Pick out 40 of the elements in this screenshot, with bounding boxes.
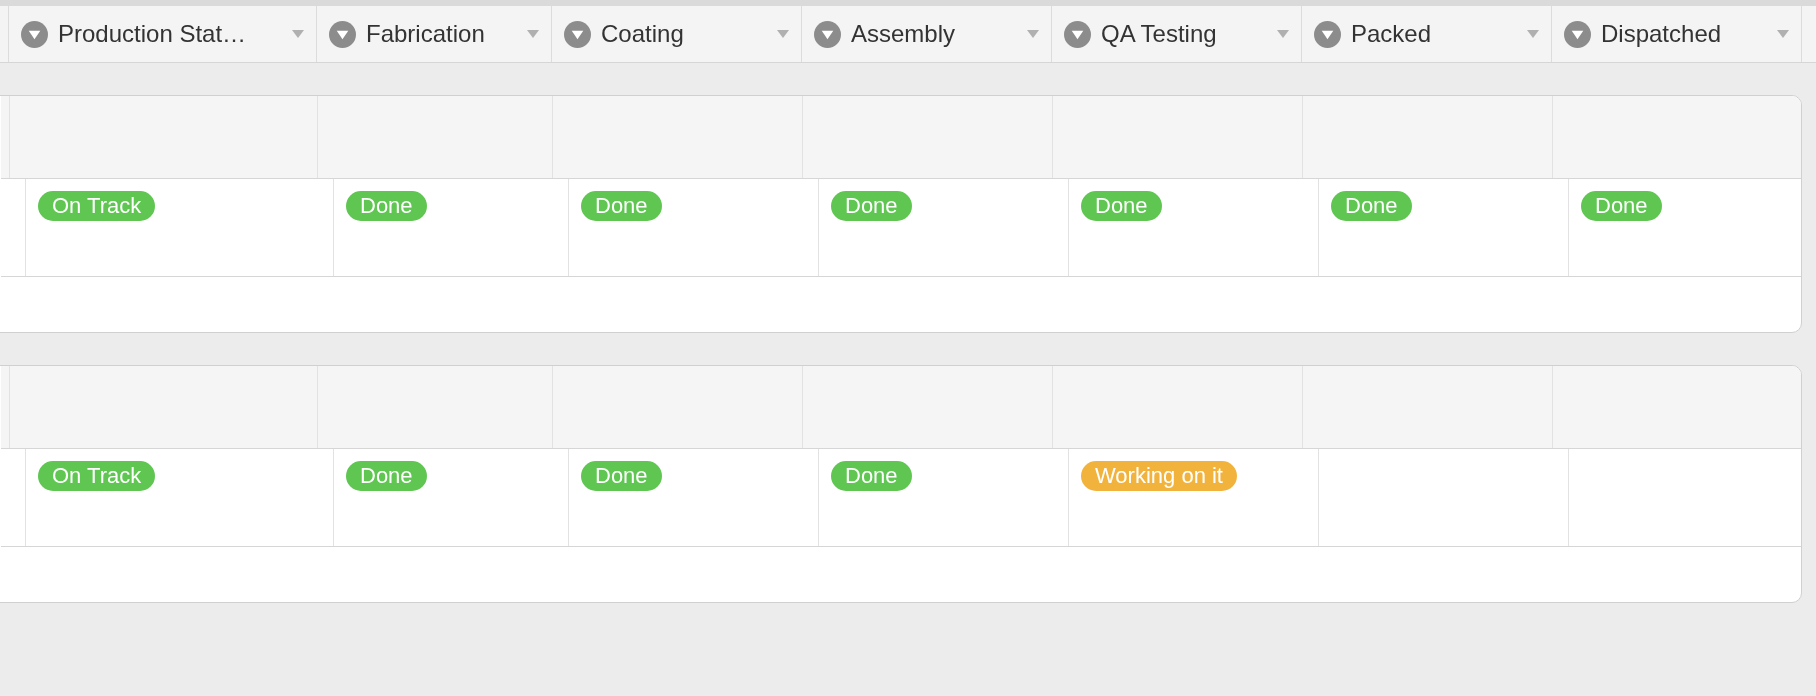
status-pill[interactable]: Done bbox=[1331, 191, 1412, 221]
status-pill[interactable]: On Track bbox=[38, 191, 156, 221]
column-header[interactable]: Fabrication bbox=[317, 6, 552, 62]
status-pill[interactable]: Done bbox=[831, 191, 912, 221]
caret-icon[interactable] bbox=[292, 30, 304, 38]
status-pill[interactable]: On Track bbox=[38, 461, 156, 491]
caret-icon[interactable] bbox=[1027, 30, 1039, 38]
column-title: Fabrication bbox=[366, 20, 486, 48]
column-title: QA Testing bbox=[1101, 20, 1218, 48]
column-title: Production Stat… bbox=[58, 20, 248, 48]
column-header[interactable]: Dispatched bbox=[1552, 6, 1802, 62]
column-header[interactable]: Production Stat… bbox=[9, 6, 317, 62]
column-header[interactable]: Coating bbox=[552, 6, 802, 62]
status-pill[interactable]: Done bbox=[1581, 191, 1662, 221]
status-pill[interactable]: Done bbox=[346, 461, 427, 491]
caret-icon[interactable] bbox=[1277, 30, 1289, 38]
caret-icon[interactable] bbox=[777, 30, 789, 38]
dropdown-circle-icon bbox=[564, 20, 591, 48]
column-title: Coating bbox=[601, 20, 685, 48]
column-header[interactable]: Assembly bbox=[802, 6, 1052, 62]
status-pill[interactable]: Working on it bbox=[1081, 461, 1237, 491]
dropdown-circle-icon bbox=[814, 20, 841, 48]
status-pill[interactable]: Done bbox=[346, 191, 427, 221]
dropdown-circle-icon bbox=[1564, 20, 1591, 48]
dropdown-circle-icon bbox=[1314, 20, 1341, 48]
column-header[interactable]: QA Testing bbox=[1052, 6, 1302, 62]
column-title: Packed bbox=[1351, 20, 1433, 48]
column-header[interactable]: Packed bbox=[1302, 6, 1552, 62]
status-pill[interactable]: Done bbox=[581, 461, 662, 491]
caret-icon[interactable] bbox=[527, 30, 539, 38]
caret-icon[interactable] bbox=[1777, 30, 1789, 38]
caret-icon[interactable] bbox=[1527, 30, 1539, 38]
column-title: Dispatched bbox=[1601, 20, 1723, 48]
dropdown-circle-icon bbox=[1064, 20, 1091, 48]
status-pill[interactable]: Done bbox=[581, 191, 662, 221]
column-title: Assembly bbox=[851, 20, 957, 48]
dropdown-circle-icon bbox=[21, 20, 48, 48]
status-pill[interactable]: Done bbox=[831, 461, 912, 491]
dropdown-circle-icon bbox=[329, 20, 356, 48]
status-pill[interactable]: Done bbox=[1081, 191, 1162, 221]
